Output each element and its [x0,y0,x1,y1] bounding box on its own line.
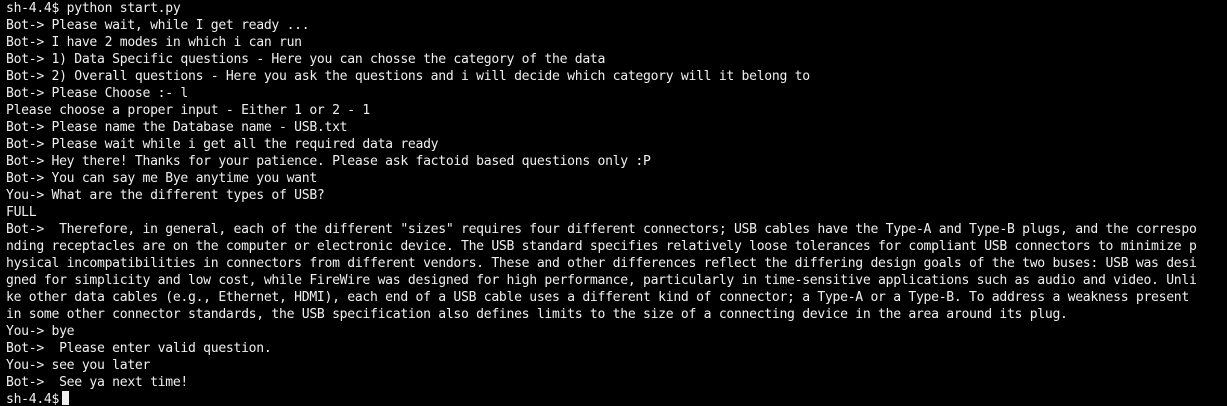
terminal-line: Bot-> Please enter valid question. [6,341,272,356]
terminal-line: You-> see you later [6,358,151,373]
terminal-line: Please choose a proper input - Either 1 … [6,103,370,118]
terminal-line: You-> What are the different types of US… [6,188,325,203]
terminal-window[interactable]: sh-4.4$ python start.py Bot-> Please wai… [0,0,1227,406]
prompt-line[interactable]: sh-4.4$ [6,391,1227,406]
terminal-line: nding receptacles are on the computer or… [6,239,1197,254]
terminal-line: You-> bye [6,324,75,339]
terminal-line: Bot-> Therefore, in general, each of the… [6,222,1197,237]
terminal-line: Bot-> You can say me Bye anytime you wan… [6,171,317,186]
terminal-line: in some other connector standards, the U… [6,307,1068,322]
terminal-line: FULL [6,205,37,220]
terminal-line: Bot-> 1) Data Specific questions - Here … [6,52,606,67]
terminal-line: gned for simplicity and low cost, while … [6,273,1197,288]
terminal-line: Bot-> Please Choose :- l [6,86,188,101]
shell-prompt: sh-4.4$ [6,392,60,406]
terminal-line: Bot-> Please name the Database name - US… [6,120,348,135]
terminal-line: Bot-> Please wait while i get all the re… [6,137,439,152]
terminal-line: Bot-> Hey there! Thanks for your patienc… [6,154,651,169]
terminal-line: Bot-> See ya next time! [6,375,188,390]
terminal-line: Bot-> 2) Overall questions - Here you as… [6,69,810,84]
terminal-line: ke other data cables (e.g., Ethernet, HD… [6,290,1189,305]
text-cursor [62,391,70,405]
terminal-line: Bot-> Please wait, while I get ready ... [6,18,310,33]
terminal-line: sh-4.4$ python start.py [6,1,181,16]
terminal-line: Bot-> I have 2 modes in which i can run [6,35,302,50]
terminal-line: hysical incompatibilities in connectors … [6,256,1197,271]
